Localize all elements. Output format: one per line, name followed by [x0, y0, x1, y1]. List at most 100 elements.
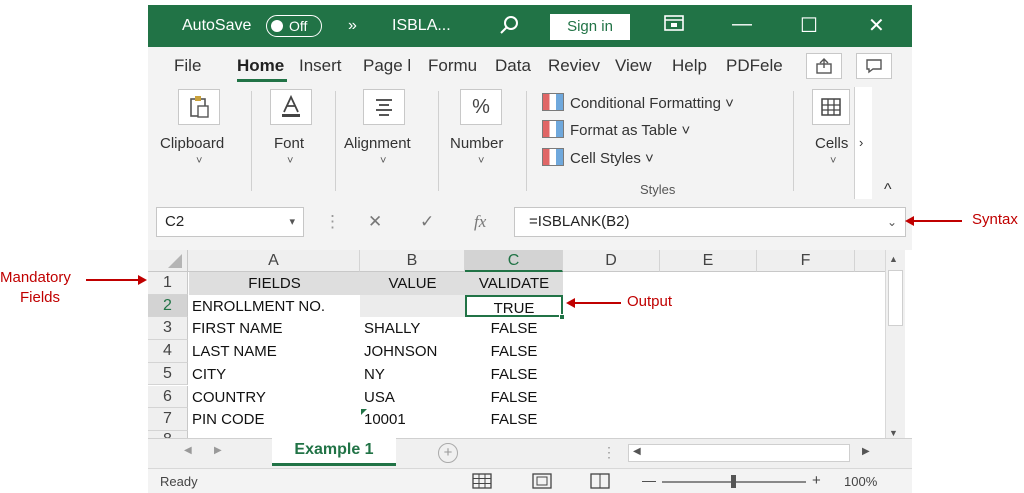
clipboard-chevron-icon[interactable]: ˅ [196, 155, 202, 167]
font-label[interactable]: Font [274, 135, 304, 152]
cell-a2[interactable]: ENROLLMENT NO. [192, 295, 360, 318]
cell-c1[interactable]: VALIDATE [465, 272, 563, 295]
zoom-out-icon[interactable]: — [642, 472, 656, 488]
cell-a1[interactable]: FIELDS [189, 272, 360, 295]
tab-insert[interactable]: Insert [299, 56, 355, 76]
column-header-b[interactable]: B [360, 250, 465, 272]
clipboard-icon[interactable] [178, 89, 220, 125]
cell-c7[interactable]: FALSE [465, 408, 563, 431]
insert-function-icon[interactable]: fx [474, 212, 486, 232]
scroll-left-icon[interactable]: ◀ [633, 446, 641, 457]
expand-formula-icon[interactable]: ⌄ [887, 208, 897, 236]
cancel-icon[interactable]: ✕ [368, 212, 382, 232]
minimize-icon[interactable]: — [732, 13, 752, 36]
conditional-formatting-button[interactable]: Conditional Formatting ˅ [542, 93, 734, 112]
error-indicator-icon[interactable] [361, 409, 367, 415]
number-label[interactable]: Number [450, 135, 503, 152]
sign-in-button[interactable]: Sign in [550, 14, 630, 40]
tab-formulas[interactable]: Formu [428, 56, 486, 76]
tab-split-handle-icon[interactable]: ⋮ [602, 444, 616, 461]
alignment-chevron-icon[interactable]: ˅ [380, 155, 386, 167]
column-header-f[interactable]: F [757, 250, 855, 272]
autosave-toggle[interactable]: Off [266, 15, 322, 37]
next-sheet-icon[interactable]: ▶ [214, 445, 222, 456]
cell-b4[interactable]: JOHNSON [364, 340, 465, 363]
cell-b5[interactable]: NY [364, 363, 465, 386]
cell-c2-active[interactable]: TRUE [465, 294, 563, 318]
tab-file[interactable]: File [174, 56, 201, 76]
row-header-6[interactable]: 6 [148, 385, 188, 409]
tab-help[interactable]: Help [672, 56, 707, 76]
scroll-down-icon[interactable]: ▼ [889, 428, 898, 438]
clipboard-label[interactable]: Clipboard [160, 135, 224, 152]
more-commands-icon[interactable]: » [348, 17, 357, 35]
cell-c5[interactable]: FALSE [465, 363, 563, 386]
search-icon[interactable] [498, 13, 522, 37]
select-all-corner[interactable] [148, 250, 188, 272]
row-header-7[interactable]: 7 [148, 408, 188, 431]
cell-a4[interactable]: LAST NAME [192, 340, 360, 363]
share-icon[interactable] [806, 53, 842, 79]
tab-data[interactable]: Data [495, 56, 531, 76]
scroll-up-icon[interactable]: ▲ [889, 254, 898, 264]
cell-b7[interactable]: 10001 [364, 408, 465, 431]
vertical-scroll-thumb[interactable] [888, 270, 903, 326]
row-header-3[interactable]: 3 [148, 317, 188, 341]
cell-c6[interactable]: FALSE [465, 386, 563, 409]
new-sheet-icon[interactable]: + [438, 443, 458, 463]
ribbon-more-icon[interactable]: › [859, 135, 863, 150]
horizontal-scrollbar[interactable]: ◀ [628, 444, 850, 462]
maximize-icon[interactable]: ☐ [800, 13, 818, 38]
cell-a5[interactable]: CITY [192, 363, 360, 386]
column-header-d[interactable]: D [563, 250, 660, 272]
name-box[interactable]: C2 ▾ [156, 207, 304, 237]
alignment-icon[interactable] [363, 89, 405, 125]
column-header-c[interactable]: C [465, 250, 563, 272]
cell-b3[interactable]: SHALLY [364, 317, 465, 340]
row-header-2[interactable]: 2 [148, 294, 188, 318]
column-header-a[interactable]: A [188, 250, 360, 272]
alignment-label[interactable]: Alignment [344, 135, 411, 152]
vertical-scrollbar[interactable]: ▲ ▼ [885, 250, 905, 442]
cell-a6[interactable]: COUNTRY [192, 386, 360, 409]
enter-icon[interactable]: ✓ [420, 212, 434, 232]
tab-page-layout[interactable]: Page l [363, 56, 419, 76]
cell-b1[interactable]: VALUE [360, 272, 465, 295]
row-header-5[interactable]: 5 [148, 362, 188, 386]
tab-view[interactable]: View [615, 56, 652, 76]
zoom-in-icon[interactable]: + [812, 472, 821, 489]
tab-home[interactable]: Home [237, 56, 284, 76]
cell-styles-button[interactable]: Cell Styles ˅ [542, 148, 654, 167]
tab-pdfelement[interactable]: PDFele [726, 56, 786, 76]
page-layout-view-icon[interactable] [532, 473, 552, 492]
format-as-table-button[interactable]: Format as Table ˅ [542, 120, 690, 139]
page-break-view-icon[interactable] [590, 473, 610, 492]
font-icon[interactable] [270, 89, 312, 125]
row-header-1[interactable]: 1 [148, 272, 188, 295]
cell-b6[interactable]: USA [364, 386, 465, 409]
cell-a7[interactable]: PIN CODE [192, 408, 360, 431]
cells-label[interactable]: Cells [815, 135, 848, 152]
cells-chevron-icon[interactable]: ˅ [830, 155, 836, 167]
tab-review[interactable]: Reviev [548, 56, 606, 76]
name-box-dropdown-icon[interactable]: ▾ [289, 208, 295, 236]
sheet-tab-example-1[interactable]: Example 1 [272, 438, 396, 466]
formula-input[interactable]: =ISBLANK(B2) ⌄ [514, 207, 906, 237]
cell-b2[interactable] [360, 294, 465, 318]
cell-c3[interactable]: FALSE [465, 317, 563, 340]
comments-icon[interactable] [856, 53, 892, 79]
scroll-right-icon[interactable]: ▶ [862, 446, 870, 457]
cell-c4[interactable]: FALSE [465, 340, 563, 363]
font-chevron-icon[interactable]: ˅ [287, 155, 293, 167]
cell-a3[interactable]: FIRST NAME [192, 317, 360, 340]
prev-sheet-icon[interactable]: ◀ [184, 445, 192, 456]
column-header-e[interactable]: E [660, 250, 757, 272]
ribbon-display-icon[interactable] [664, 15, 684, 36]
zoom-level[interactable]: 100% [844, 474, 877, 489]
row-header-4[interactable]: 4 [148, 340, 188, 363]
cells-icon[interactable] [812, 89, 850, 125]
collapse-ribbon-icon[interactable]: ^ [884, 181, 892, 199]
close-icon[interactable]: ✕ [868, 13, 885, 38]
normal-view-icon[interactable] [472, 473, 492, 492]
zoom-slider-thumb[interactable] [731, 475, 736, 488]
